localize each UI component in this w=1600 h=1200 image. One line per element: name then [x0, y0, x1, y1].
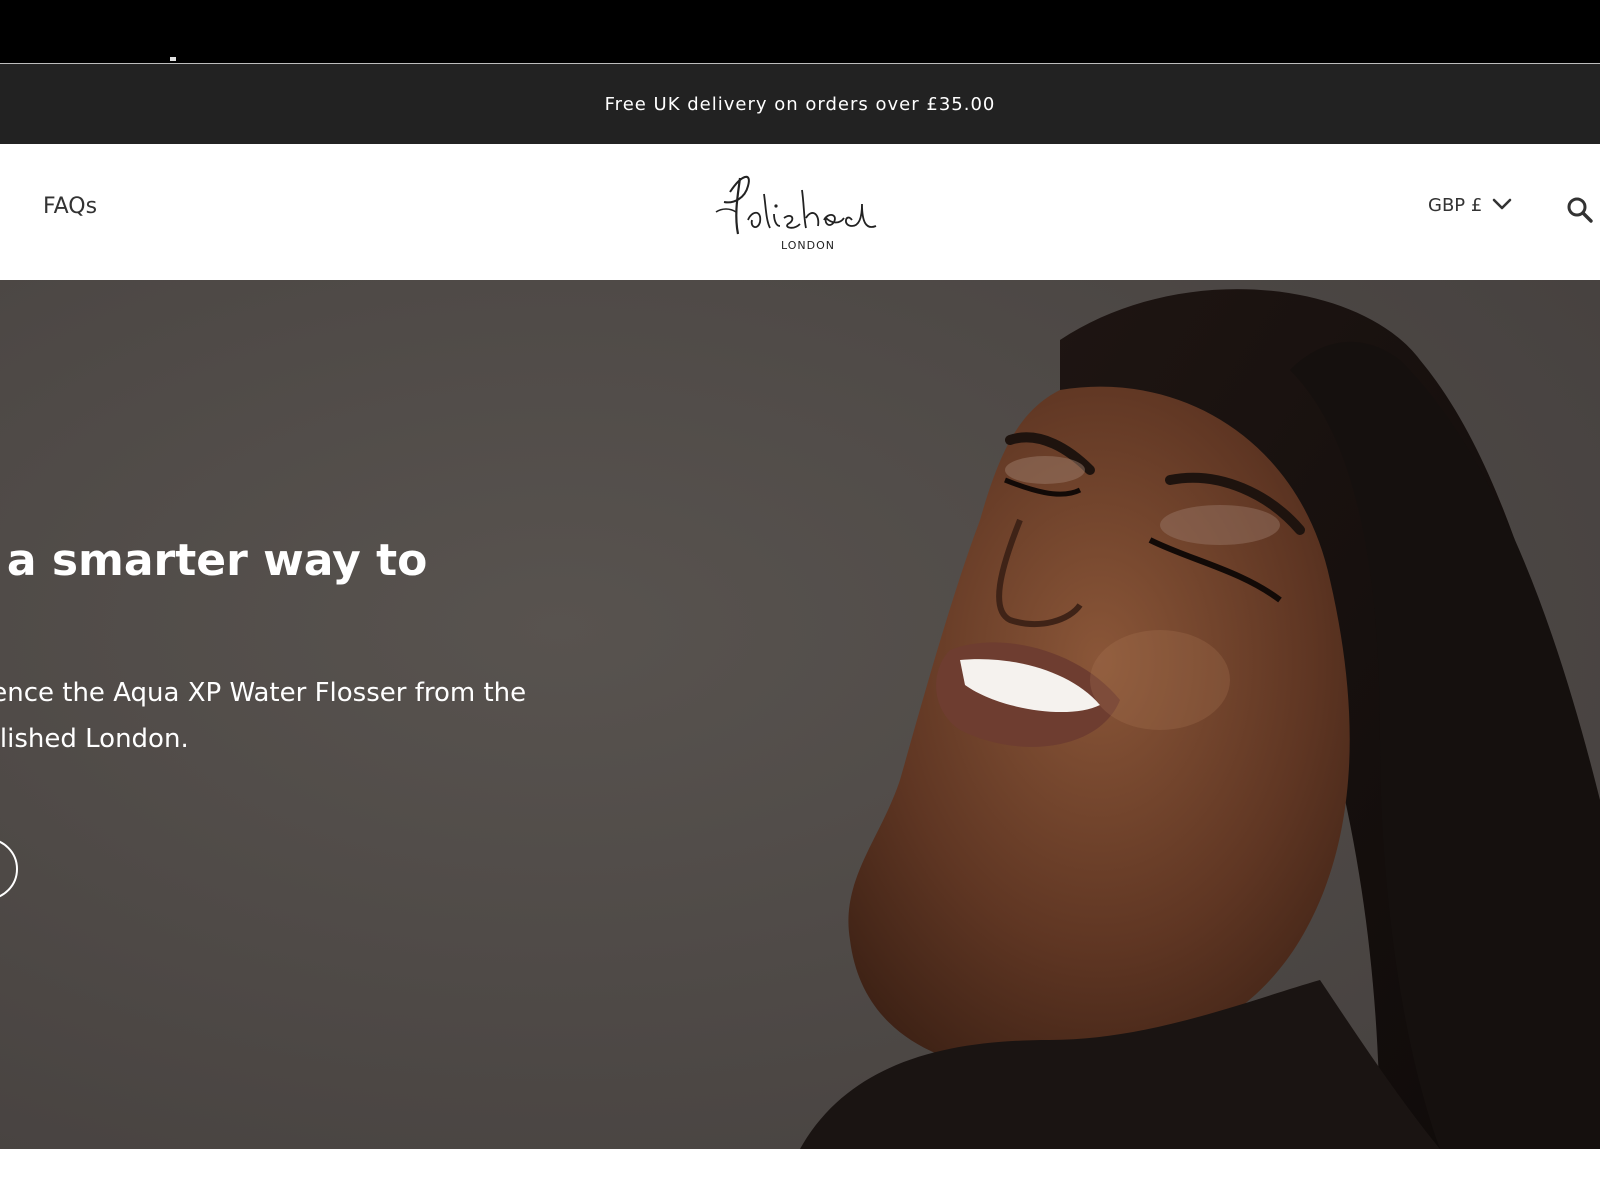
hero-body: ience the Aqua XP Water Flosser from the…: [0, 670, 584, 762]
chevron-down-icon: [1492, 195, 1512, 216]
nav-link-faqs[interactable]: FAQs: [43, 194, 97, 219]
browser-top-bar: [0, 0, 1600, 64]
hero-banner: g a smarter way to ience the Aqua XP Wat…: [0, 280, 1600, 1149]
site-header: FAQs LONDON GBP £: [0, 144, 1600, 280]
hero-heading: g a smarter way to: [0, 535, 428, 586]
hero-body-line-2: olished London.: [0, 724, 189, 754]
currency-label: GBP £: [1428, 195, 1483, 216]
below-hero-area: [0, 1149, 1600, 1200]
search-icon[interactable]: [1566, 196, 1594, 224]
currency-selector[interactable]: GBP £: [1428, 195, 1512, 216]
site-logo[interactable]: LONDON: [712, 164, 882, 254]
logo-subtext: LONDON: [781, 239, 835, 252]
announcement-text: Free UK delivery on orders over £35.00: [604, 93, 996, 115]
top-bar-mark: [170, 57, 176, 61]
hero-body-line-1: ience the Aqua XP Water Flosser from the: [0, 678, 527, 708]
announcement-bar: Free UK delivery on orders over £35.00: [0, 64, 1600, 144]
polished-london-logo: LONDON: [715, 176, 877, 252]
